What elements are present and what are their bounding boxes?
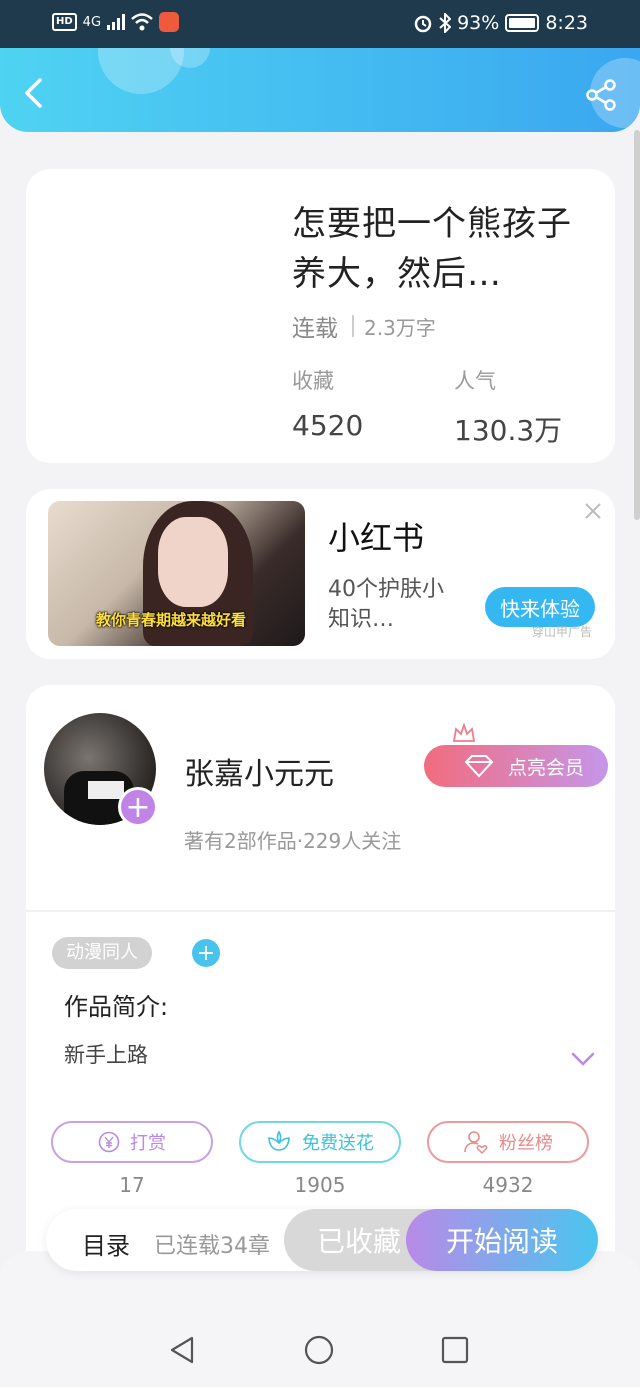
- author-info: 著有2部作品·229人关注: [184, 829, 402, 853]
- book-info-card: 怎要把一个熊孩子养大，然后… 连载 2.3万字 收藏 4520 人气 130.3…: [26, 169, 615, 463]
- signal-icon: [107, 14, 126, 30]
- ad-image-caption: 教你青春期越来越好看: [96, 611, 247, 629]
- header: [0, 48, 640, 132]
- follow-button[interactable]: +: [118, 787, 158, 827]
- battery-percent: 93%: [457, 12, 500, 34]
- fan-ranking-label: 粉丝榜: [499, 1133, 553, 1154]
- nav-home-icon[interactable]: [304, 1335, 334, 1365]
- back-button[interactable]: [20, 78, 50, 108]
- yen-icon: [98, 1131, 120, 1153]
- share-button[interactable]: [584, 78, 618, 112]
- ad-card[interactable]: 教你青春期越来越好看 小红书 40个护肤小知识… 快来体验 穿山甲广告: [26, 489, 615, 659]
- battery-icon: [505, 14, 540, 32]
- start-reading-button[interactable]: 开始阅读: [406, 1209, 598, 1271]
- catalog-button[interactable]: 目录: [82, 1226, 130, 1261]
- ad-image-face: [158, 517, 228, 607]
- word-count: 2.3万字: [364, 315, 436, 340]
- favorites-value: 4520: [292, 409, 364, 442]
- ad-description: 40个护肤小知识…: [328, 577, 444, 632]
- alarm-icon: [414, 15, 432, 33]
- status-bar: HD 4G 93% 8:23: [0, 0, 640, 48]
- network-label: 4G: [82, 14, 102, 30]
- popularity-stat: 人气 130.3万: [454, 365, 562, 449]
- flower-count: 1905: [294, 1173, 346, 1197]
- close-icon[interactable]: [583, 501, 603, 521]
- fan-ranking-button[interactable]: 粉丝榜: [427, 1121, 589, 1163]
- add-tag-button[interactable]: +: [192, 939, 220, 967]
- member-button-label: 点亮会员: [507, 756, 584, 779]
- user-heart-icon: [464, 1131, 488, 1155]
- reward-count: 17: [119, 1173, 145, 1197]
- fan-count: 4932: [482, 1173, 534, 1197]
- diamond-icon: [464, 755, 494, 778]
- popularity-label: 人气: [454, 369, 496, 393]
- ad-cta-button[interactable]: 快来体验: [485, 587, 595, 627]
- chevron-down-icon[interactable]: [570, 1051, 596, 1067]
- popularity-value: 130.3万: [454, 414, 563, 447]
- nav-recent-apps-icon[interactable]: [440, 1335, 470, 1365]
- member-button[interactable]: 点亮会员: [424, 745, 608, 787]
- send-flower-button[interactable]: 免费送花: [239, 1121, 401, 1163]
- book-title: 怎要把一个熊孩子养大，然后…: [292, 204, 572, 294]
- reward-button[interactable]: 打赏: [51, 1121, 213, 1163]
- bluetooth-icon: [439, 13, 452, 33]
- send-flower-label: 免费送花: [302, 1133, 374, 1154]
- book-status: 连载: [292, 316, 338, 342]
- flower-icon: [268, 1130, 290, 1151]
- favorites-label: 收藏: [292, 369, 334, 393]
- system-nav-bar: [0, 1251, 640, 1387]
- author-name[interactable]: 张嘉小元元: [184, 749, 334, 793]
- bottom-action-bar: 目录 已连载34章 已收藏 开始阅读: [46, 1209, 598, 1271]
- ad-source: 穿山甲广告: [532, 625, 593, 639]
- divider: [26, 910, 615, 912]
- clock: 8:23: [545, 12, 588, 34]
- app-notification-icon: [159, 12, 180, 32]
- intro-label: 作品简介:: [64, 993, 169, 1021]
- reward-label: 打赏: [130, 1133, 166, 1154]
- genre-tag[interactable]: 动漫同人: [52, 937, 152, 969]
- book-meta: 连载 2.3万字: [292, 309, 436, 343]
- nav-back-icon[interactable]: [168, 1335, 198, 1365]
- ad-image[interactable]: 教你青春期越来越好看: [48, 501, 305, 646]
- meta-divider: [352, 315, 354, 337]
- favorites-stat: 收藏 4520: [292, 365, 363, 442]
- serial-status: 已连载34章: [154, 1234, 270, 1259]
- wifi-icon: [131, 13, 153, 31]
- avatar-detail: [88, 781, 124, 799]
- intro-text: 新手上路: [64, 1043, 148, 1067]
- hd-icon: HD: [52, 13, 77, 31]
- scrollbar[interactable]: [634, 130, 640, 520]
- ad-title: 小红书: [328, 519, 425, 557]
- crown-icon: [452, 723, 476, 742]
